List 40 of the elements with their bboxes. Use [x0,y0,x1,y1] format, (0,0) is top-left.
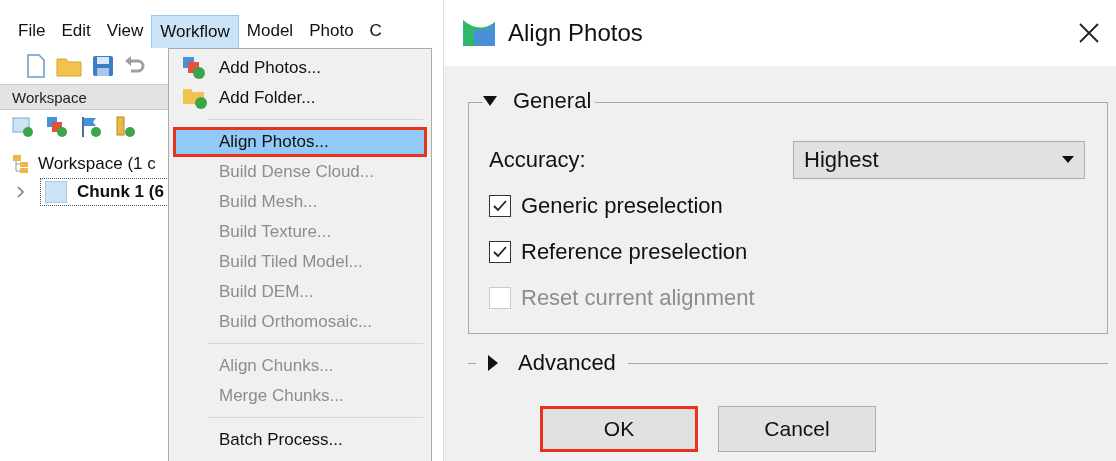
menu-item[interactable]: Batch Process... [173,425,427,455]
panel-title: Workspace [12,88,87,106]
save-icon[interactable] [92,55,114,77]
ok-button[interactable]: OK [540,406,698,452]
menu-bar-item[interactable]: Photo [301,15,362,47]
menu-bar-item[interactable]: View [98,15,152,47]
dialog-title: Align Photos [508,19,644,47]
checkbox-label: Generic preselection [521,193,723,219]
add-photos-icon [182,56,206,80]
add-photos-icon[interactable] [46,116,68,138]
menu-bar-item[interactable]: Edit [53,15,99,47]
tree-item[interactable]: Workspace (1 c [38,154,156,174]
menu-item[interactable]: Add Photos... [173,53,427,83]
app-logo-icon [462,18,496,48]
menu-bar-item[interactable]: Model [238,15,302,47]
new-document-icon[interactable] [26,54,46,78]
menu-bar-item[interactable]: Workflow [151,14,239,48]
field-label: Accuracy: [489,147,587,173]
menu-item[interactable]: Add Folder... [173,83,427,113]
menu-item[interactable]: Align Photos... [173,127,427,157]
accuracy-dropdown[interactable]: Highest [793,141,1085,179]
ruler-icon[interactable] [114,116,136,138]
section-title: Advanced [518,350,616,376]
add-chunk-icon[interactable] [12,116,34,138]
chevron-icon[interactable] [16,186,26,198]
menu-bar-item[interactable]: File [10,15,54,47]
checkbox[interactable] [489,241,511,263]
tree-item[interactable]: Chunk 1 (6 [40,178,169,206]
checkbox[interactable] [489,195,511,217]
close-icon[interactable] [1078,22,1100,44]
collapse-arrow-icon[interactable] [483,95,497,107]
expand-arrow-icon[interactable] [488,355,498,371]
checkbox-label: Reference preselection [521,239,748,265]
flag-icon[interactable] [80,116,102,138]
dropdown-arrow-icon [1062,156,1074,164]
menu-bar-item[interactable]: C [361,15,390,47]
section-title: General [513,88,592,114]
checkbox-label: Reset current alignment [521,285,755,311]
cancel-button[interactable]: Cancel [718,406,876,452]
add-folder-icon [182,86,208,110]
